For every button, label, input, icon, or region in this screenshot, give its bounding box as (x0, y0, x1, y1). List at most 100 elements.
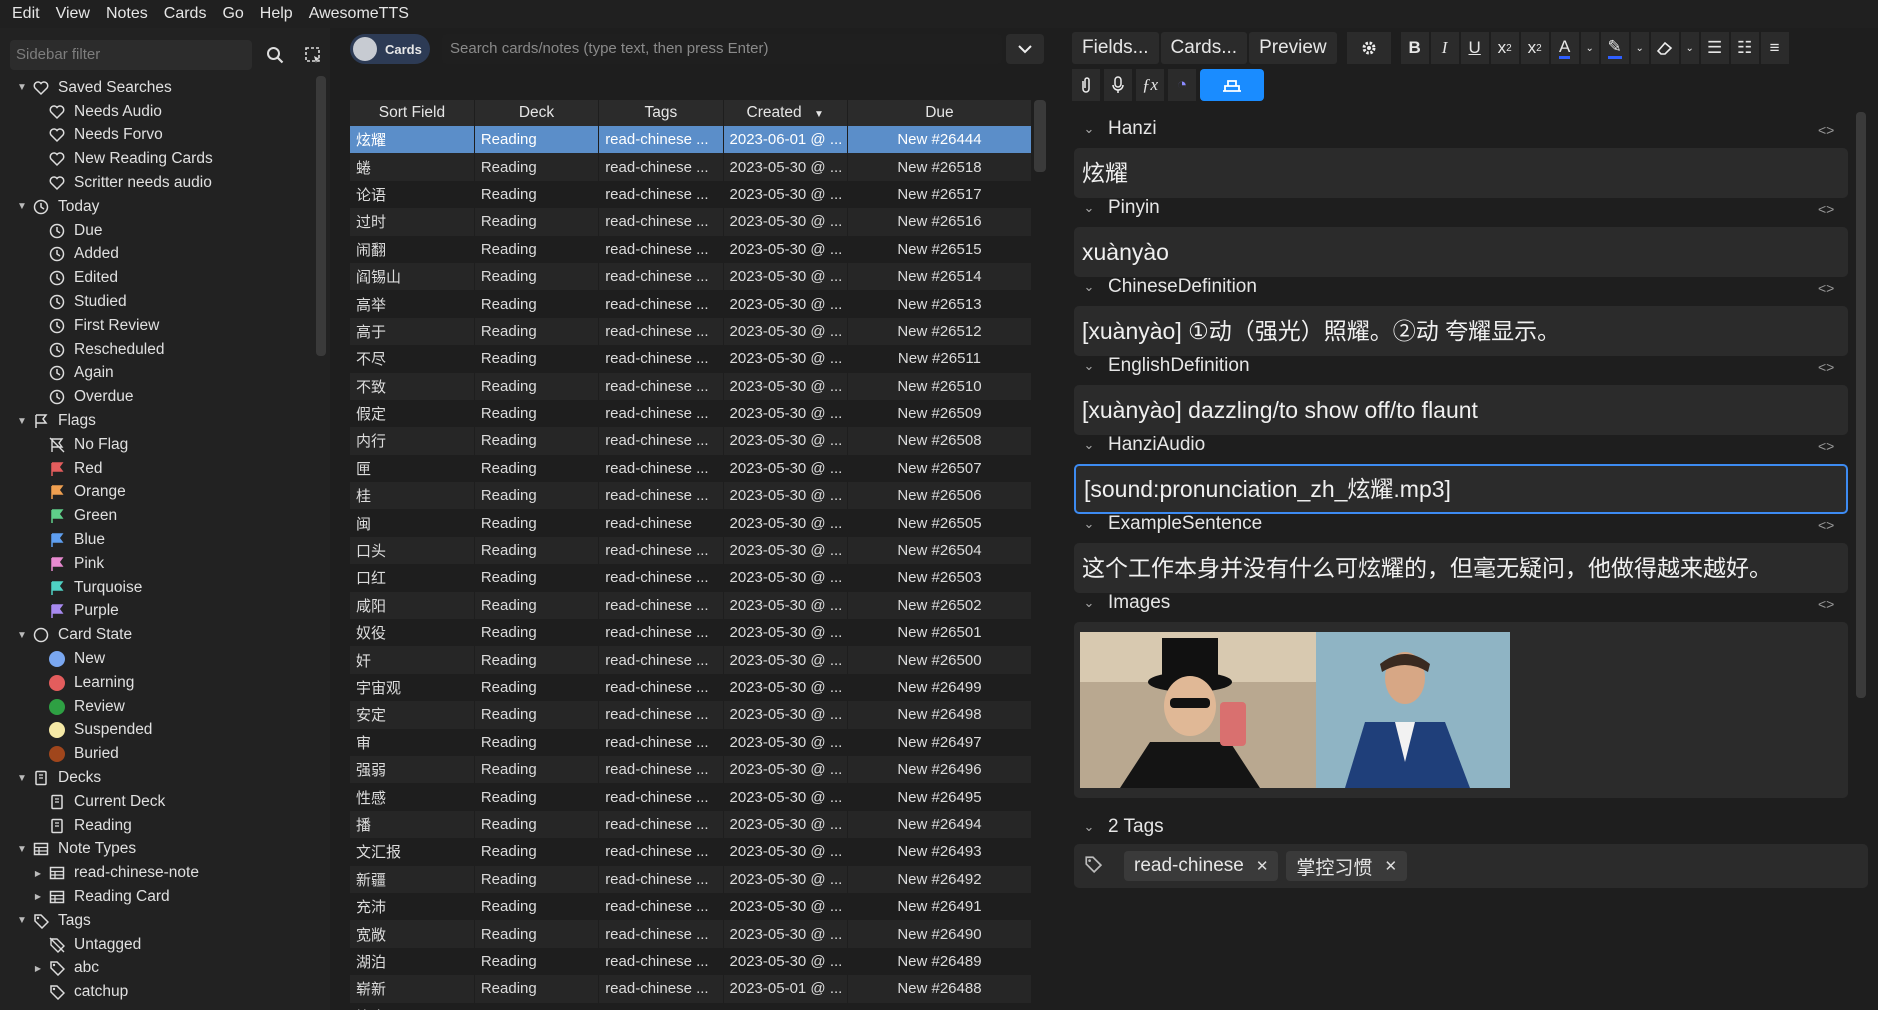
expand-arrow-icon[interactable]: ▼ (14, 630, 30, 641)
collapse-field-icon[interactable]: ⌄ (1080, 595, 1098, 611)
function-icon[interactable]: ƒx (1136, 69, 1164, 101)
field-label-hanzi[interactable]: ⌄ Hanzi (1080, 118, 1157, 140)
table-row[interactable]: 匣 Reading read-chinese ... 2023-05-30 @ ...… (350, 454, 1033, 483)
html-editor-toggle-icon[interactable]: <> (1818, 517, 1834, 533)
expand-arrow-icon[interactable]: ▼ (14, 201, 30, 212)
table-row[interactable]: 闽 Reading read-chinese 2023-05-30 @ ... New … (350, 509, 1033, 537)
table-row[interactable]: 蜷 Reading read-chinese ... 2023-05-30 @ ...… (350, 153, 1033, 181)
bold-icon[interactable]: B (1400, 32, 1429, 64)
highlight-icon[interactable]: ✎ (1600, 32, 1629, 64)
field-chinesedefinition[interactable]: [xuànyào] ①动（强光）照耀。②动 夸耀显示。 (1074, 306, 1848, 356)
sidebar-item-needs-forvo[interactable]: Needs Forvo (0, 124, 318, 148)
expand-arrow-icon[interactable]: ▼ (14, 915, 30, 926)
list-scrollbar[interactable] (1034, 100, 1046, 172)
collapse-tags-icon[interactable]: ⌄ (1080, 819, 1098, 835)
column-header-sort-field[interactable]: Sort Field (350, 100, 475, 126)
sidebar-item-purple[interactable]: Purple (0, 600, 318, 624)
table-row[interactable]: 审 Reading read-chinese ... 2023-05-30 @ ...… (350, 728, 1033, 756)
table-row[interactable]: 播 Reading read-chinese ... 2023-05-30 @ ...… (350, 810, 1033, 839)
sidebar-item-new[interactable]: New (0, 647, 318, 671)
column-header-created[interactable]: Created ▼ (723, 100, 848, 126)
column-header-tags[interactable]: Tags (598, 100, 724, 126)
sidebar-item-overdue[interactable]: Overdue (0, 385, 318, 409)
close-icon[interactable]: ✕ (1384, 857, 1397, 875)
table-row[interactable]: 奴役 Reading read-chinese ... 2023-05-30 @ ..… (350, 619, 1033, 647)
sidebar-scrollbar[interactable] (316, 76, 326, 356)
collapse-field-icon[interactable]: ⌄ (1080, 279, 1098, 295)
sidebar-item-abc[interactable]: ▶ abc (0, 956, 318, 980)
table-row[interactable]: 性感 Reading read-chinese ... 2023-05-30 @ ..… (350, 783, 1033, 811)
italic-icon[interactable]: I (1430, 32, 1459, 64)
menu-view[interactable]: View (48, 0, 98, 28)
table-row[interactable]: 饮食Readingread-chinese2023-05-30 @ ...New… (350, 1002, 1033, 1010)
table-row[interactable]: 奸 Reading read-chinese ... 2023-05-30 @ ...… (350, 646, 1033, 674)
editor-scrollbar[interactable] (1856, 112, 1866, 698)
tag-chip[interactable]: read-chinese ✕ (1124, 851, 1279, 881)
sidebar-item-pink[interactable]: Pink (0, 552, 318, 576)
microphone-icon[interactable] (1104, 69, 1132, 101)
search-input[interactable]: Search cards/notes (type text, then pres… (442, 34, 1002, 64)
close-icon[interactable]: ✕ (1256, 857, 1269, 875)
sidebar-item-blue[interactable]: Blue (0, 528, 318, 552)
field-label-pinyin[interactable]: ⌄ Pinyin (1080, 197, 1160, 219)
table-row[interactable]: 论语 Reading read-chinese ... 2023-05-30 @ ..… (350, 180, 1033, 209)
sidebar-item-reading[interactable]: Reading (0, 814, 318, 838)
tag-chip[interactable]: 掌控习惯 ✕ (1286, 851, 1408, 881)
sidebar-item-turquoise[interactable]: Turquoise (0, 576, 318, 600)
sidebar-filter-input[interactable]: Sidebar filter (10, 40, 252, 70)
table-row[interactable]: 文汇报 Reading read-chinese ... 2023-05-30 @ .… (350, 838, 1033, 866)
html-editor-toggle-icon[interactable]: <> (1818, 596, 1834, 612)
sidebar-item-decks[interactable]: ▼ Decks (0, 766, 318, 790)
collapse-arrow-icon[interactable]: ▶ (30, 869, 46, 878)
html-editor-toggle-icon[interactable]: <> (1818, 438, 1834, 454)
expand-arrow-icon[interactable]: ▼ (14, 773, 30, 784)
table-row[interactable]: 假定 Reading read-chinese ... 2023-05-30 @ ..… (350, 399, 1033, 428)
collapse-arrow-icon[interactable]: ▶ (30, 964, 46, 973)
table-row[interactable]: 不致 Reading read-chinese ... 2023-05-30 @ ..… (350, 372, 1033, 400)
sidebar-item-today[interactable]: ▼ Today (0, 195, 318, 219)
collapse-arrow-icon[interactable]: ▶ (30, 892, 46, 901)
expand-arrow-icon[interactable]: ▼ (14, 82, 30, 93)
sidebar-item-needs-audio[interactable]: Needs Audio (0, 100, 318, 124)
cards-notes-toggle[interactable]: Cards (350, 34, 430, 64)
sidebar-item-reading-card[interactable]: ▶ Reading Card (0, 885, 318, 909)
menu-awesometts[interactable]: AwesomeTTS (301, 0, 417, 28)
table-row[interactable]: 阎锡山 Reading read-chinese ... 2023-05-30 @ .… (350, 262, 1033, 291)
collapse-field-icon[interactable]: ⌄ (1080, 358, 1098, 374)
sidebar-item-catchup[interactable]: catchup (0, 980, 318, 1004)
field-label-examplesentence[interactable]: ⌄ ExampleSentence (1080, 513, 1263, 535)
subscript-icon[interactable]: x2 (1520, 32, 1549, 64)
sidebar-item-current-deck[interactable]: Current Deck (0, 790, 318, 814)
menu-go[interactable]: Go (214, 0, 251, 28)
sidebar-item-new-reading-cards[interactable]: New Reading Cards (0, 147, 318, 171)
collapse-field-icon[interactable]: ⌄ (1080, 516, 1098, 532)
sidebar-item-green[interactable]: Green (0, 504, 318, 528)
sidebar-item-due[interactable]: Due (0, 219, 318, 243)
numbered-list-icon[interactable]: ☷ (1730, 32, 1759, 64)
field-hanziaudio[interactable]: [sound:pronunciation_zh_炫耀.mp3] (1074, 464, 1848, 514)
table-row[interactable]: 充沛 Reading read-chinese ... 2023-05-30 @ ..… (350, 892, 1033, 921)
menu-edit[interactable]: Edit (4, 0, 48, 28)
collapse-field-icon[interactable]: ⌄ (1080, 437, 1098, 453)
collapse-field-icon[interactable]: ⌄ (1080, 121, 1098, 137)
table-row[interactable]: 安定 Reading read-chinese ... 2023-05-30 @ ..… (350, 701, 1033, 729)
table-row[interactable]: 过时 Reading read-chinese ... 2023-05-30 @ ..… (350, 208, 1033, 236)
table-row[interactable]: 炫耀 Reading read-chinese ... 2023-06-01 @ ..… (350, 126, 1033, 154)
html-editor-toggle-icon[interactable]: <> (1818, 201, 1834, 217)
text-color-icon[interactable]: A (1550, 32, 1579, 64)
field-images[interactable] (1074, 622, 1848, 798)
selection-icon[interactable] (298, 40, 328, 70)
sidebar-item-scritter-needs-audio[interactable]: Scritter needs audio (0, 171, 318, 195)
menu-notes[interactable]: Notes (98, 0, 156, 28)
search-icon[interactable] (260, 40, 290, 70)
sidebar-item-studied[interactable]: Studied (0, 290, 318, 314)
sidebar-item-no-flag[interactable]: No Flag (0, 433, 318, 457)
table-row[interactable]: 不尽 Reading read-chinese ... 2023-05-30 @ ..… (350, 345, 1033, 373)
sidebar-item-tags[interactable]: ▼ Tags (0, 909, 318, 933)
html-editor-toggle-icon[interactable]: <> (1818, 280, 1834, 296)
preview-button[interactable]: Preview (1249, 32, 1337, 64)
sidebar-item-read-chinese-note[interactable]: ▶ read-chinese-note (0, 861, 318, 885)
table-row[interactable]: 桂 Reading read-chinese ... 2023-05-30 @ ...… (350, 482, 1033, 510)
tags-header[interactable]: ⌄ 2 Tags (1080, 816, 1164, 838)
expand-arrow-icon[interactable]: ▼ (14, 416, 30, 427)
